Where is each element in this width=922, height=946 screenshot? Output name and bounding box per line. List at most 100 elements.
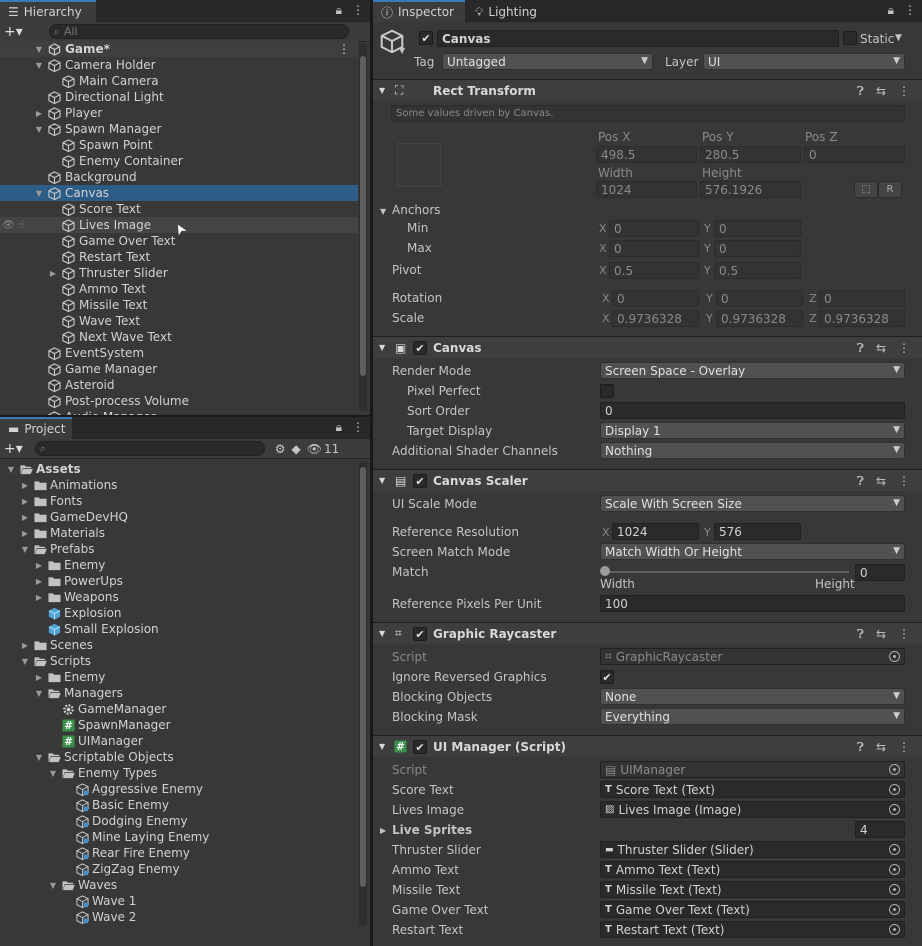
project-item[interactable]: Basic Enemy [0,797,358,813]
preset-icon[interactable]: ⇆ [876,627,886,642]
expand-arrow-icon[interactable]: ▼ [34,749,44,765]
more-icon[interactable]: ⋮ [898,84,910,99]
object-picker-icon[interactable] [889,804,900,815]
hierarchy-item[interactable]: Directional Light [0,89,358,105]
preset-icon[interactable]: ⇆ [876,341,886,356]
help-icon[interactable]: ❓︎ [857,341,864,356]
lock-icon[interactable]: 🔒︎ [888,3,894,18]
project-item[interactable]: ▶ PowerUps [0,573,358,589]
project-item[interactable]: Dodging Enemy [0,813,358,829]
hierarchy-item[interactable]: Ammo Text [0,281,358,297]
score-text-field[interactable]: T Score Text (Text) [600,781,905,798]
project-item[interactable]: ▼ Prefabs [0,541,358,557]
ref-y-field[interactable]: 576 [714,523,801,540]
render-mode-dropdown[interactable]: Screen Space - Overlay ▼ [600,362,905,379]
project-item[interactable]: Wave 1 [0,893,358,909]
thruster-slider-field[interactable]: ▬ Thruster Slider (Slider) [600,841,905,858]
expand-arrow-icon[interactable]: ▼ [20,541,30,557]
blocking-mask-dropdown[interactable]: Everything ▼ [600,708,905,725]
expand-arrow-icon[interactable]: ▶ [20,525,30,541]
project-item[interactable]: Wave 2 [0,909,358,925]
hierarchy-item[interactable]: ▼ Spawn Manager [0,121,358,137]
foldout-arrow-icon[interactable]: ▼ [379,742,385,751]
project-item[interactable]: GameManager [0,701,358,717]
canvas-enabled-checkbox[interactable]: ✔ [413,341,427,355]
hierarchy-scrollbar[interactable] [359,44,367,411]
hierarchy-item[interactable]: ▼ Camera Holder [0,57,358,73]
ppu-field[interactable]: 100 [600,595,905,612]
project-item[interactable]: Mine Laying Enemy [0,829,358,845]
pixel-perfect-checkbox[interactable] [600,384,614,398]
more-icon[interactable]: ⋮ [898,341,910,356]
hierarchy-item[interactable]: Score Text [0,201,358,217]
hierarchy-item[interactable]: Wave Text [0,313,358,329]
ignore-reversed-checkbox[interactable]: ✔ [600,670,614,684]
missile-text-field[interactable]: T Missile Text (Text) [600,881,905,898]
tab-lighting[interactable]: 💡︎ Lighting [467,0,551,22]
sort-order-field[interactable]: 0 [600,402,905,419]
more-icon[interactable]: ⋮ [898,740,910,755]
hierarchy-item[interactable]: EventSystem [0,345,358,361]
anchors-foldout-icon[interactable]: ▼ [380,207,386,216]
project-item[interactable]: UIManager [0,733,358,749]
static-dropdown-icon[interactable]: ▼ [895,33,902,43]
expand-arrow-icon[interactable]: ▼ [34,121,44,137]
target-display-dropdown[interactable]: Display 1 ▼ [600,422,905,439]
scene-more-icon[interactable]: ⋮ [338,42,350,56]
hierarchy-item[interactable]: Game Manager [0,361,358,377]
project-item[interactable]: ▶ Enemy [0,557,358,573]
ref-x-field[interactable]: 1024 [612,523,699,540]
hierarchy-item[interactable]: Spawn Point [0,137,358,153]
scale-mode-dropdown[interactable]: Scale With Screen Size ▼ [600,495,905,512]
project-search-input[interactable]: ⌕ [34,441,265,456]
more-icon[interactable]: ⋮ [352,420,364,435]
expand-arrow-icon[interactable]: ▶ [48,265,58,281]
object-picker-icon[interactable] [889,844,900,855]
expand-arrow-icon[interactable]: ▶ [34,589,44,605]
object-picker-icon[interactable] [889,924,900,935]
project-item[interactable]: SpawnManager [0,717,358,733]
expand-arrow-icon[interactable]: ▶ [34,573,44,589]
object-picker-icon[interactable] [889,904,900,915]
ui-manager-header[interactable]: ▼ ✔ UI Manager (Script) ❓︎ ⇆ ⋮ [373,735,922,757]
project-item[interactable]: ▼ Scripts [0,653,358,669]
filter-type-icon[interactable]: ⚙ [275,442,286,456]
tag-dropdown[interactable]: Untagged ▼ [442,53,653,70]
tab-hierarchy[interactable]: ☰ Hierarchy [0,0,96,22]
expand-arrow-icon[interactable]: ▶ [20,477,30,493]
active-checkbox[interactable]: ✔ [419,31,433,45]
filter-label-icon[interactable]: ◆ [292,442,301,456]
object-picker-icon[interactable] [889,884,900,895]
expand-arrow-icon[interactable]: ▶ [34,105,44,121]
hierarchy-item[interactable]: ▶ Thruster Slider [0,265,358,281]
help-icon[interactable]: ❓︎ [857,627,864,642]
expand-arrow-icon[interactable]: ▶ [20,509,30,525]
expand-arrow-icon[interactable]: ▼ [48,877,58,893]
canvas-scaler-enabled-checkbox[interactable]: ✔ [413,474,427,488]
rect-transform-header[interactable]: ▼ ⛶ Rect Transform ❓︎ ⇆ ⋮ [373,79,922,101]
foldout-arrow-icon[interactable]: ▼ [379,629,385,638]
project-item[interactable]: ▶ Weapons [0,589,358,605]
lock-icon[interactable]: 🔒︎ [336,3,342,18]
hierarchy-scroll-thumb[interactable] [360,56,366,376]
project-item[interactable]: ▼ Assets [0,461,358,477]
expand-arrow-icon[interactable]: ▶ [34,557,44,573]
project-scrollbar[interactable] [359,461,367,926]
hierarchy-item[interactable]: ▼ Canvas [0,185,358,201]
project-item[interactable]: Explosion [0,605,358,621]
expand-arrow-icon[interactable]: ▼ [34,41,44,57]
canvas-scaler-header[interactable]: ▼ ▤ ✔ Canvas Scaler ❓︎ ⇆ ⋮ [373,469,922,491]
expand-arrow-icon[interactable]: ▶ [20,493,30,509]
object-name-field[interactable]: Canvas [437,30,839,47]
hierarchy-item[interactable]: Asteroid [0,377,358,393]
visibility-eye-icon[interactable]: 👁︎ [2,220,15,231]
expand-arrow-icon[interactable]: ▼ [34,57,44,73]
project-item[interactable]: ▶ Fonts [0,493,358,509]
preset-icon[interactable]: ⇆ [876,84,886,99]
help-icon[interactable]: ❓︎ [857,84,864,99]
project-item[interactable]: ▶ Materials [0,525,358,541]
match-slider-track[interactable] [603,571,849,573]
restart-text-field[interactable]: T Restart Text (Text) [600,921,905,938]
hierarchy-item[interactable]: Restart Text [0,249,358,265]
project-item[interactable]: Small Explosion [0,621,358,637]
